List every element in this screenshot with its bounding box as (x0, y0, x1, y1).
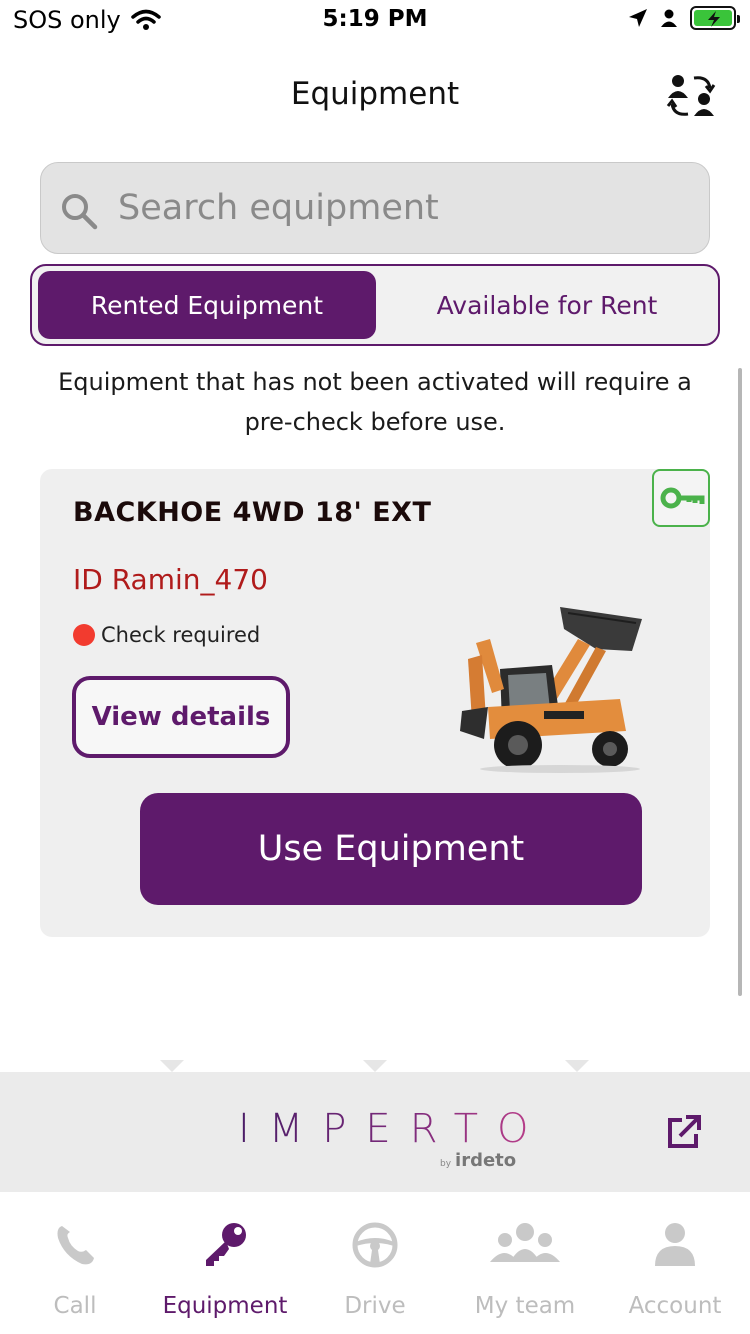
tab-account[interactable]: Account (600, 1192, 750, 1334)
backhoe-image (460, 607, 642, 773)
status-row: Check required (73, 623, 260, 647)
irdeto-logo: by irdeto (440, 1150, 517, 1171)
battery-icon (690, 6, 740, 30)
equipment-card: BACKHOE 4WD 18' EXT ID Ramin_470 Check r… (40, 469, 710, 937)
person-status-icon (661, 9, 677, 27)
tab-my-team[interactable]: My team (450, 1192, 600, 1334)
external-link-icon (668, 1115, 701, 1148)
person-icon (655, 1223, 695, 1266)
steering-wheel-icon (352, 1222, 398, 1268)
search-input[interactable] (118, 176, 678, 240)
location-arrow-icon (629, 9, 647, 27)
status-text: Check required (101, 623, 261, 647)
status-right (628, 6, 740, 30)
banner-notch (565, 1060, 589, 1072)
tab-label: Equipment (162, 1293, 288, 1319)
phone-icon (57, 1226, 94, 1265)
tab-available-for-rent[interactable]: Available for Rent (378, 271, 716, 339)
tab-label: Call (53, 1293, 97, 1319)
switch-user-button[interactable] (664, 70, 720, 122)
tab-label: My team (474, 1293, 576, 1319)
tab-rented-equipment[interactable]: Rented Equipment (38, 271, 376, 339)
tab-label: Account (628, 1293, 722, 1319)
banner-notch (363, 1060, 387, 1072)
status-dot (73, 624, 95, 646)
scroll-indicator[interactable] (738, 368, 742, 996)
tab-bar: Call Equipment Drive My team Account (0, 1192, 750, 1334)
equipment-id: ID Ramin_470 (73, 563, 268, 596)
segmented-control: Rented Equipment Available for Rent (30, 264, 720, 346)
external-link-button[interactable] (664, 1112, 704, 1152)
tab-call[interactable]: Call (0, 1192, 150, 1334)
page-title: Equipment (290, 76, 460, 112)
precheck-notice: Equipment that has not been activated wi… (58, 368, 692, 436)
switch-user-icon (666, 75, 716, 116)
key-badge[interactable] (652, 469, 710, 527)
equipment-title: BACKHOE 4WD 18' EXT (73, 497, 432, 528)
team-icon (490, 1223, 560, 1262)
key-icon (206, 1223, 246, 1266)
view-details-button[interactable]: View details (72, 676, 290, 758)
tab-label: Drive (344, 1293, 406, 1319)
tab-drive[interactable]: Drive (300, 1192, 450, 1334)
banner-notch (160, 1060, 184, 1072)
key-icon (660, 487, 705, 509)
status-bar: SOS only 5:19 PM (0, 0, 750, 40)
search-icon (62, 194, 98, 230)
use-equipment-button[interactable]: Use Equipment (140, 793, 642, 905)
tab-equipment[interactable]: Equipment (150, 1192, 300, 1334)
imperto-logo: IMPERTO (238, 1106, 548, 1152)
